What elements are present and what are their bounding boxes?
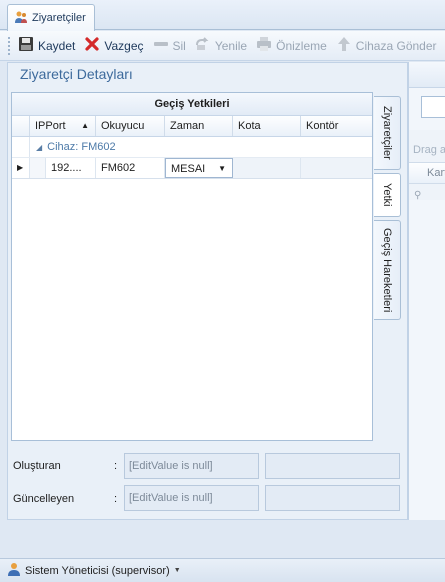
send-device-button[interactable]: Cihaza Gönder [336,36,437,55]
updated-date-field[interactable] [265,485,400,511]
column-header-kart[interactable]: Kart [427,167,445,179]
minus-icon [153,36,169,55]
delete-label: Sil [172,38,186,53]
user-icon [7,562,21,579]
created-by-label: Oluşturan [13,460,61,472]
refresh-icon [195,36,211,55]
panel-title: Ziyaretçi Detayları [20,66,133,82]
table-row[interactable]: ▶ 192.... FM602 MESAI ▼ [12,158,372,179]
toolbar-grip[interactable] [8,36,10,55]
save-icon [18,36,34,55]
list-panel-header [409,62,445,88]
cancel-label: Vazgeç [104,38,144,53]
tab-ziyaretciler[interactable]: Ziyaretçiler [7,4,95,31]
list-grid-area: Drag a Kart ⚲ [409,130,445,201]
filter-row-icon[interactable]: ⚲ [414,190,421,201]
access-permissions-grid[interactable]: Geçiş Yetkileri IPPort ▲ Okuyucu Zaman K… [11,92,373,441]
save-button[interactable]: Kaydet [18,36,75,55]
grid-header: IPPort ▲ Okuyucu Zaman Kota Kontör [12,116,372,137]
visitor-details-panel: Ziyaretçi Detayları Geçiş Yetkileri IPPo… [7,62,408,520]
column-header-label: Kota [238,120,261,132]
column-header-label: Zaman [170,120,205,132]
updated-by-label: Güncelleyen [13,493,75,505]
side-tab-label: Geçiş Hareketleri [381,227,393,313]
preview-label: Önizleme [276,38,327,53]
column-header-ipport[interactable]: IPPort ▲ [30,116,96,136]
user-menu-chevron-down-icon[interactable]: ▼ [174,567,181,574]
created-by-colon: : [114,460,118,472]
side-tab-label: Ziyaretçiler [381,106,393,160]
refresh-label: Yenile [214,38,248,53]
column-header-okuyucu[interactable]: Okuyucu [96,116,165,136]
created-by-field[interactable]: [EditValue is null] [124,453,259,479]
cell-zaman-dropdown[interactable]: MESAI ▼ [165,158,233,178]
cell-ipport[interactable]: 192.... [46,158,96,178]
tab-yetki[interactable]: Yetki [374,173,401,217]
zaman-value: MESAI [171,163,206,175]
send-device-label: Cihaza Gönder [355,38,437,53]
toolbar: Kaydet Vazgeç Sil Yenile Önizleme Cihaza… [0,31,445,61]
list-grid-header: Kart [409,162,445,184]
cell-kota[interactable] [233,158,301,178]
refresh-button[interactable]: Yenile [195,36,247,55]
sort-ascending-icon: ▲ [81,121,89,130]
group-indent-cell [30,158,46,178]
updated-by-colon: : [114,493,118,505]
row-indicator-header [12,116,30,136]
delete-button[interactable]: Sil [153,36,186,55]
upload-arrow-icon [336,36,352,55]
tab-gecis-hareketleri[interactable]: Geçiş Hareketleri [374,220,401,320]
visitors-icon [14,10,28,27]
save-label: Kaydet [38,38,76,53]
column-header-zaman[interactable]: Zaman [165,116,233,136]
group-row-device[interactable]: ◢ Cihaz: FM602 [12,137,372,158]
cell-okuyucu[interactable]: FM602 [96,158,165,178]
current-user[interactable]: Sistem Yöneticisi (supervisor) [25,565,170,577]
cell-kontor[interactable] [301,158,372,178]
group-label: Cihaz: FM602 [47,141,116,153]
column-header-label: Kontör [306,120,339,132]
collapse-triangle-icon[interactable]: ◢ [36,143,42,152]
column-header-kota[interactable]: Kota [233,116,301,136]
side-tab-label: Yetki [381,183,393,207]
tab-label: Ziyaretçiler [32,12,86,24]
statusbar: Sistem Yöneticisi (supervisor) ▼ [0,558,445,582]
updated-by-field[interactable]: [EditValue is null] [124,485,259,511]
visitors-list-panel: Drag a Kart ⚲ [408,62,445,520]
row-indicator-cell [12,137,30,157]
chevron-down-icon[interactable]: ▼ [218,159,226,177]
document-tabstrip: Ziyaretçiler [0,0,445,31]
column-header-label: Okuyucu [101,120,145,132]
column-header-label: IPPort [35,120,66,132]
tab-ziyaretciler-side[interactable]: Ziyaretçiler [374,96,401,170]
preview-button[interactable]: Önizleme [256,36,327,55]
grid-caption: Geçiş Yetkileri [12,93,372,116]
column-header-kontor[interactable]: Kontör [301,116,372,136]
cancel-icon [84,36,100,55]
search-input[interactable] [421,96,445,118]
row-indicator-arrow-icon: ▶ [12,158,30,178]
group-panel-hint: Drag a [413,144,445,156]
created-date-field[interactable] [265,453,400,479]
printer-icon [256,36,272,55]
cancel-button[interactable]: Vazgeç [84,36,144,55]
